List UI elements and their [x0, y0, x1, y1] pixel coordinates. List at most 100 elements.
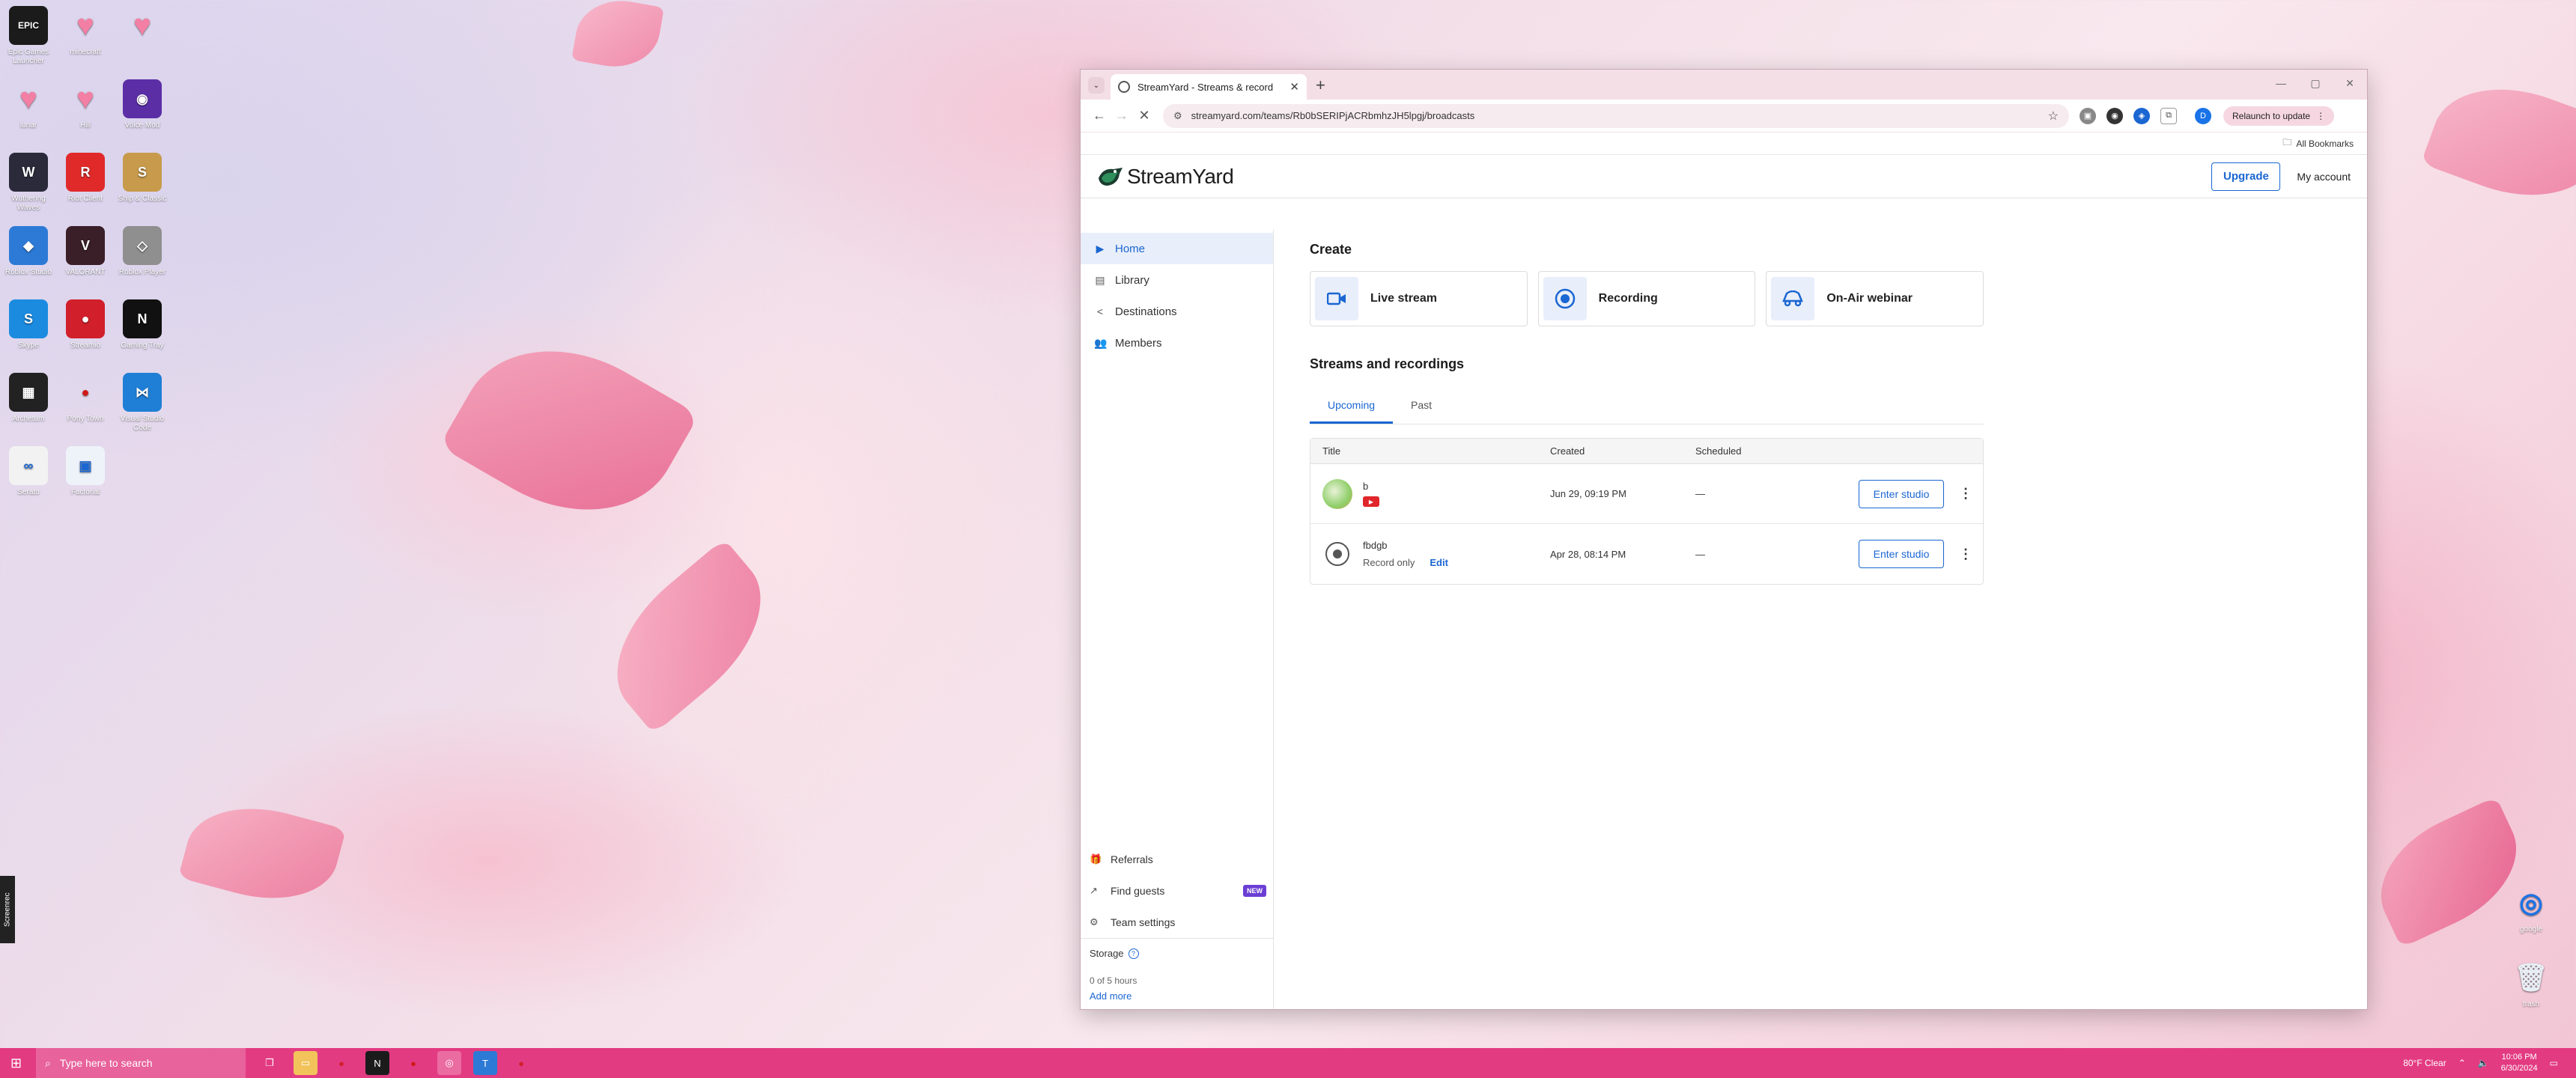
clock[interactable]: 10:06 PM 6/30/2024 — [2501, 1052, 2538, 1074]
desktop-icon[interactable]: ♥ — [115, 6, 169, 48]
desktop-icon-label: VALORANT — [65, 268, 106, 276]
enter-studio-button[interactable]: Enter studio — [1859, 540, 1944, 568]
table-row[interactable]: b ▶ Jun 29, 09:19 PM — Enter studio ⋮ — [1310, 464, 1983, 524]
desktop-icon[interactable]: ⋈ Visual Studio Code — [115, 373, 169, 433]
new-tab-button[interactable]: + — [1316, 76, 1325, 95]
edit-link[interactable]: Edit — [1430, 557, 1448, 568]
desktop-icon[interactable]: ∞ Serato — [1, 446, 55, 497]
on-air-webinar-card[interactable]: On-Air webinar — [1766, 271, 1984, 326]
app-icon[interactable]: ● — [509, 1051, 533, 1075]
task-view-icon[interactable]: ❐ — [258, 1051, 282, 1075]
wallpaper-petal — [439, 310, 699, 551]
sidebar-item-destinations[interactable]: < Destinations — [1081, 296, 1273, 327]
sidebar-item-referrals[interactable]: 🎁 Referrals — [1081, 844, 1274, 875]
app-icon[interactable]: ● — [329, 1051, 353, 1075]
sidebar-item-members[interactable]: 👥 Members — [1081, 327, 1273, 359]
record-icon — [1325, 542, 1349, 566]
extensions-puzzle-icon[interactable]: ⧉ — [2160, 107, 2177, 124]
chevron-up-icon[interactable]: ⌃ — [2458, 1058, 2466, 1068]
bookmark-star-icon[interactable]: ☆ — [2048, 109, 2059, 124]
sidebar-item-home[interactable]: ▶ Home — [1081, 233, 1273, 264]
tab-upcoming[interactable]: Upcoming — [1310, 392, 1394, 424]
taskbar-search[interactable]: ⌕ Type here to search — [36, 1048, 246, 1078]
close-window-button[interactable]: ✕ — [2333, 70, 2367, 97]
more-options-icon[interactable]: ⋮ — [1959, 486, 1972, 502]
app-icon[interactable]: T — [473, 1051, 497, 1075]
desktop-icon[interactable]: ◎ google — [2504, 883, 2558, 934]
desktop-icon[interactable]: ♥ Hill — [58, 79, 112, 130]
my-account-button[interactable]: My account — [2297, 171, 2351, 183]
desktop-icon[interactable]: ▣ Factorial — [58, 446, 112, 497]
extension-icon[interactable]: ▣ — [2080, 107, 2096, 124]
members-icon: 👥 — [1094, 336, 1108, 349]
weather-widget[interactable]: 80°F Clear — [2403, 1058, 2446, 1068]
address-bar[interactable]: ⚙ streamyard.com/teams/Rb0bSERIPjACRbmhz… — [1163, 103, 2069, 128]
extension-icon[interactable]: ◈ — [2133, 107, 2150, 124]
browser-tab-active[interactable]: StreamYard - Streams & record ✕ — [1111, 74, 1307, 100]
desktop-icon[interactable]: W Wuthering Waves — [1, 153, 55, 213]
screenrec-sidebar-tab[interactable]: Screenrec — [0, 876, 15, 943]
extension-icon[interactable]: ◉ — [2106, 107, 2123, 124]
streamyard-logo-icon — [1099, 167, 1123, 186]
desktop-icon[interactable]: ▦ Archetum — [1, 373, 55, 424]
file-explorer-icon[interactable]: ▭ — [294, 1051, 318, 1075]
desktop-icon[interactable]: ◉ Voice Mod — [115, 79, 169, 130]
desktop-icon-label: Archetum — [12, 415, 45, 423]
desktop-icon[interactable]: S Skype — [1, 299, 55, 350]
desktop-icon[interactable]: ● Pony Town — [58, 373, 112, 424]
desktop-icon-label: Streamio — [70, 341, 100, 350]
desktop-icon-label: Roblox Studio — [4, 268, 52, 276]
desktop-icon[interactable]: ♥ minecraft — [58, 6, 112, 57]
relaunch-button[interactable]: Relaunch to update ⋮ — [2223, 106, 2335, 126]
desktop-icon-label: Hill — [80, 121, 91, 130]
table-row[interactable]: fbdgb Record only Edit Apr 28, 08:14 PM … — [1310, 524, 1983, 584]
gift-icon: 🎁 — [1090, 853, 1102, 865]
external-link-icon: ↗ — [1090, 885, 1098, 896]
record-icon — [1543, 277, 1587, 320]
desktop-icon[interactable]: S Ship & Classic — [115, 153, 169, 204]
back-button[interactable]: ← — [1088, 108, 1111, 124]
desktop-icon[interactable]: R Riot Client — [58, 153, 112, 204]
windows-start-icon[interactable]: ⊞ — [10, 1056, 22, 1071]
app-icon: EPIC — [9, 6, 48, 45]
stop-loading-button[interactable]: ✕ — [1133, 108, 1155, 124]
tab-title: StreamYard - Streams & record — [1137, 81, 1274, 93]
desktop-icon[interactable]: ♥ lunar — [1, 79, 55, 130]
desktop-icon[interactable]: ◇ Roblox Player — [115, 226, 169, 277]
row-created: Jun 29, 09:19 PM — [1550, 488, 1626, 499]
app-icon[interactable]: N — [365, 1051, 389, 1075]
enter-studio-button[interactable]: Enter studio — [1859, 479, 1944, 508]
sidebar-item-library[interactable]: ▤ Library — [1081, 264, 1273, 296]
forward-button[interactable]: → — [1111, 108, 1133, 124]
streamyard-logo[interactable]: StreamYard — [1097, 165, 1234, 189]
minimize-button[interactable]: — — [2264, 70, 2298, 97]
help-icon[interactable]: ? — [1128, 948, 1139, 959]
live-stream-card[interactable]: Live stream — [1310, 271, 1528, 326]
desktop-icon[interactable]: ● Streamio — [58, 299, 112, 350]
upgrade-button[interactable]: Upgrade — [2211, 162, 2281, 191]
sidebar-item-team-settings[interactable]: ⚙ Team settings — [1081, 907, 1274, 938]
tab-search-button[interactable]: ⌄ — [1088, 77, 1105, 94]
maximize-button[interactable]: ▢ — [2298, 70, 2333, 97]
chrome-icon[interactable]: ◎ — [437, 1051, 461, 1075]
site-info-icon[interactable]: ⚙ — [1173, 110, 1182, 122]
desktop-icon[interactable]: ◆ Roblox Studio — [1, 226, 55, 277]
desktop-icon[interactable]: V VALORANT — [58, 226, 112, 277]
row-title: fbdgb — [1363, 540, 1388, 551]
add-more-link[interactable]: Add more — [1090, 990, 1265, 1002]
app-icon[interactable]: ● — [401, 1051, 425, 1075]
profile-avatar[interactable]: D — [2195, 107, 2211, 124]
desktop-icon[interactable]: 🗑 trash — [2504, 958, 2558, 1009]
more-options-icon[interactable]: ⋮ — [1959, 546, 1972, 562]
streams-table: Title Created Scheduled b ▶ Jun 29, 09:1… — [1310, 438, 1984, 585]
tab-past[interactable]: Past — [1393, 392, 1450, 424]
speaker-icon[interactable]: 🔈 — [2478, 1058, 2489, 1068]
all-bookmarks-button[interactable]: All Bookmarks — [2296, 138, 2354, 149]
sidebar: ▶ Home ▤ Library < Destinations 👥 Members 🎁 Ref… — [1081, 230, 1274, 1009]
notifications-icon[interactable]: ▭ — [2550, 1058, 2558, 1068]
tab-close-icon[interactable]: ✕ — [1289, 80, 1299, 94]
desktop-icon[interactable]: N Gaming Tray — [115, 299, 169, 350]
sidebar-item-find-guests[interactable]: ↗ Find guests NEW — [1081, 875, 1274, 907]
recording-card[interactable]: Recording — [1537, 271, 1756, 326]
desktop-icon[interactable]: EPIC Epic Games Launcher — [1, 6, 55, 66]
